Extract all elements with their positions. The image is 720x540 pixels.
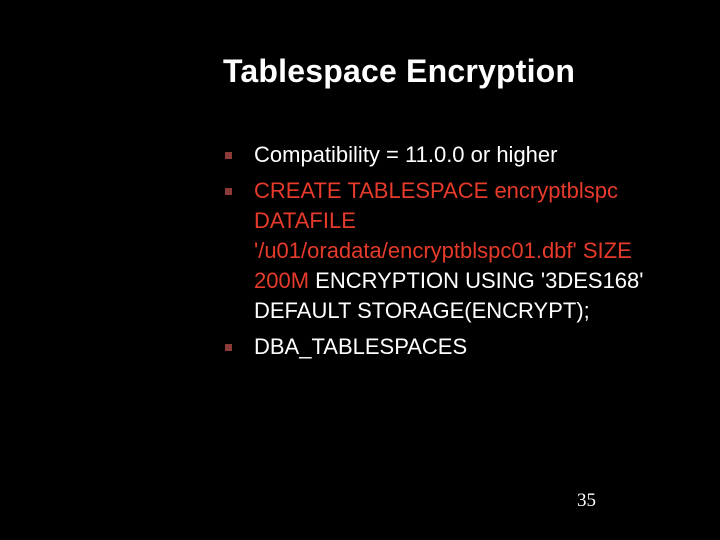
slide-title: Tablespace Encryption (223, 53, 575, 90)
list-item: Compatibility = 11.0.0 or higher (225, 140, 645, 170)
list-item-text: DBA_TABLESPACES (254, 332, 467, 362)
slide-body: Compatibility = 11.0.0 or higher CREATE … (225, 140, 645, 368)
list-item: DBA_TABLESPACES (225, 332, 645, 362)
list-item: CREATE TABLESPACE encryptblspc DATAFILE … (225, 176, 645, 326)
page-number: 35 (577, 490, 596, 512)
list-item-text: CREATE TABLESPACE encryptblspc DATAFILE … (254, 176, 645, 326)
list-item-text: Compatibility = 11.0.0 or higher (254, 140, 557, 170)
bullet-icon (225, 344, 232, 351)
bullet-icon (225, 188, 232, 195)
slide: Tablespace Encryption Compatibility = 11… (0, 0, 720, 540)
bullet-icon (225, 152, 232, 159)
